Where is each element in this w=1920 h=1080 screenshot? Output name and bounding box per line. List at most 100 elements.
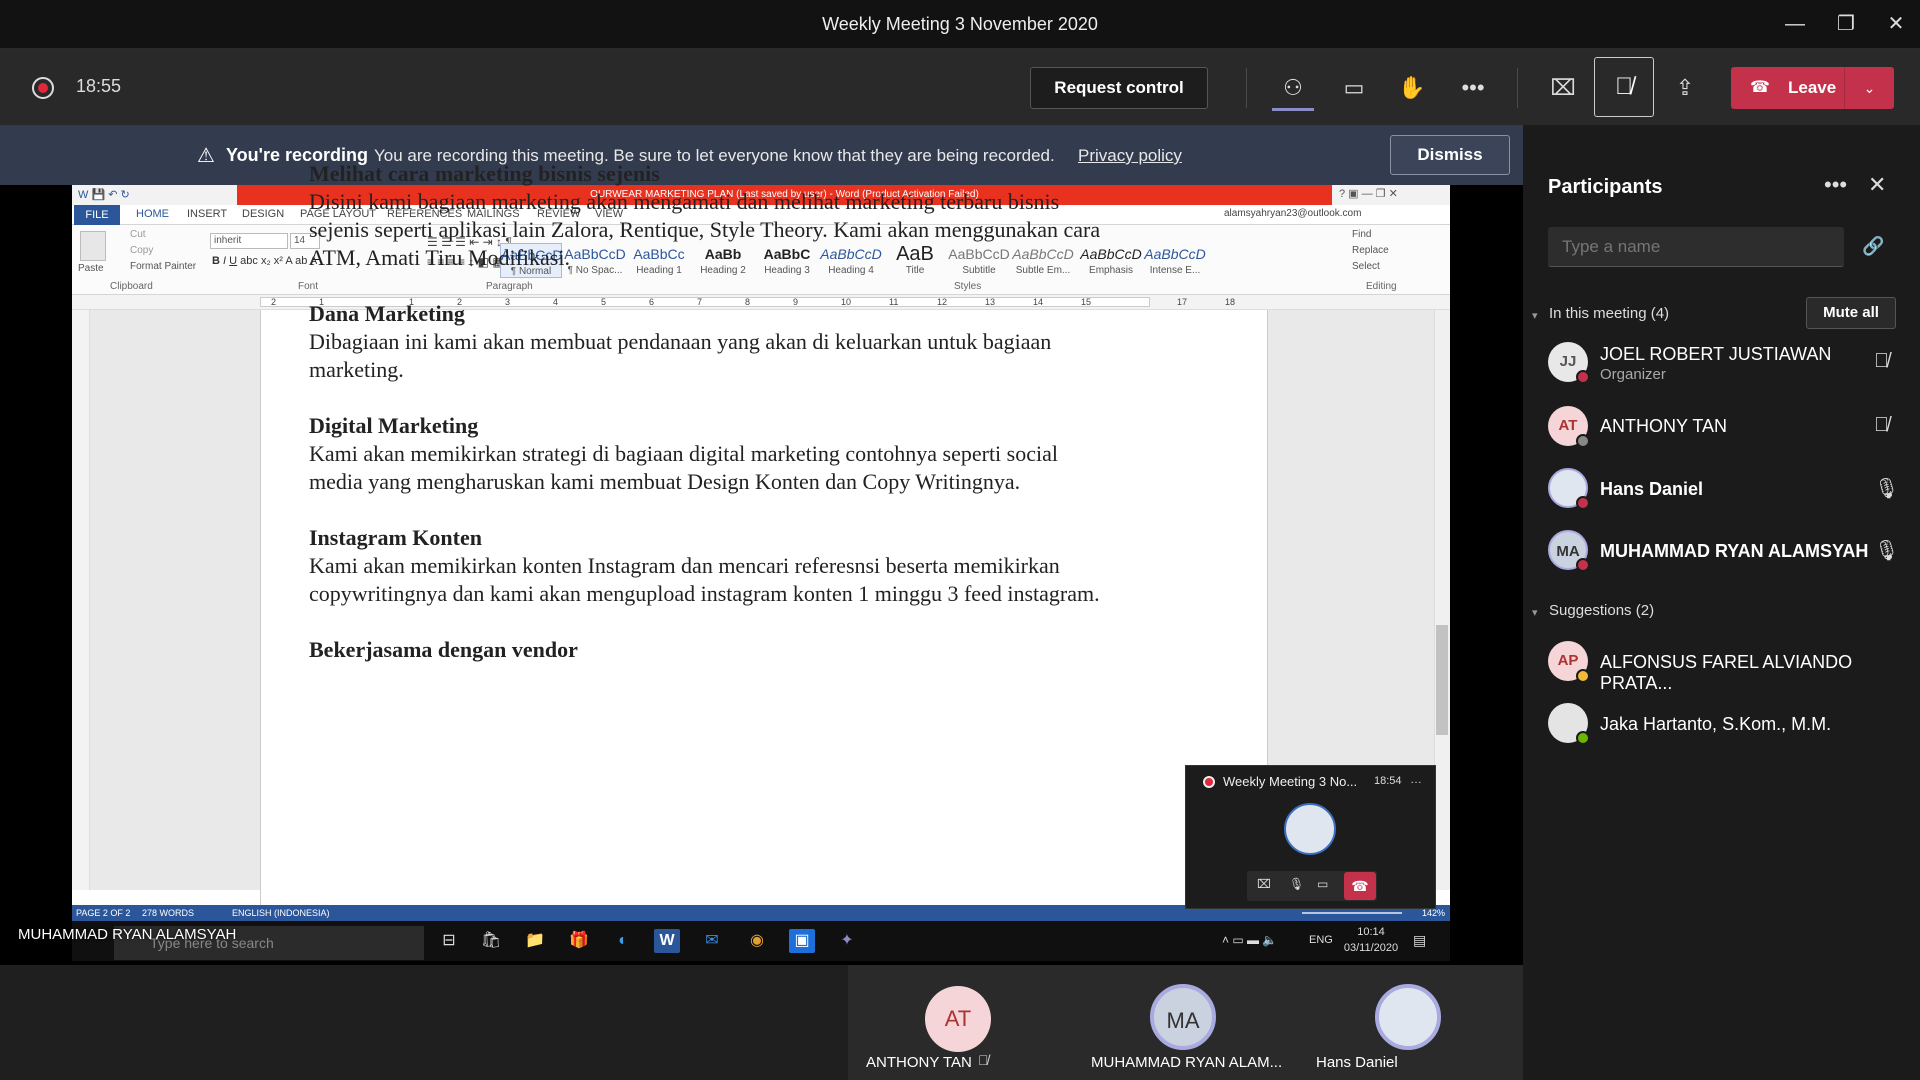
system-tray-icons[interactable]: ˄ ▭ ▬ 🔈 <box>1222 933 1277 947</box>
scrollbar-thumb[interactable] <box>1436 625 1448 735</box>
vertical-ruler <box>72 310 90 890</box>
notifications-icon[interactable]: ▤ <box>1413 932 1426 949</box>
mic-off-icon: 🎙̸ <box>978 1052 989 1068</box>
format-painter-button[interactable]: Format Painter <box>130 261 196 272</box>
doc-paragraph: Kami akan memikirkan konten Instagram da… <box>309 553 1100 606</box>
edge-icon[interactable]: ◐ <box>610 929 636 953</box>
page-count[interactable]: PAGE 2 OF 2 <box>76 905 130 921</box>
replace-button[interactable]: Replace <box>1352 245 1389 256</box>
more-options-icon[interactable]: ••• <box>1824 172 1847 198</box>
chevron-down-icon[interactable]: ▾ <box>1532 606 1538 619</box>
doc-paragraph: Dibagiaan ini kami akan membuat pendanaa… <box>309 329 1052 382</box>
avatar: MA <box>1150 984 1216 1050</box>
status-badge <box>1576 370 1590 384</box>
warning-icon: ⚠ <box>197 145 215 167</box>
document-content: Melihat cara marketing bisnis sejenis Di… <box>309 160 1109 664</box>
status-badge <box>1576 434 1590 448</box>
word-app-icon: W 💾 ↶ ↻ <box>78 189 130 201</box>
zoom-slider[interactable] <box>1302 912 1402 914</box>
mail-icon[interactable]: ✉ <box>699 929 725 953</box>
doc-heading: Dana Marketing <box>309 301 465 326</box>
taskbar-clock[interactable]: 10:14 03/11/2020 <box>1328 924 1414 956</box>
suggested-name[interactable]: ALFONSUS FAREL ALVIANDO PRATA... <box>1600 652 1920 694</box>
camera-off-icon[interactable]: ⌧ <box>1541 66 1585 110</box>
hang-up-icon[interactable]: ☎ <box>1344 872 1376 900</box>
share-invite-link-icon[interactable]: 🔗 <box>1862 236 1884 257</box>
tab-file[interactable]: FILE <box>74 205 120 225</box>
request-control-button[interactable]: Request control <box>1030 67 1208 109</box>
gift-app-icon[interactable]: 🎁 <box>566 929 592 953</box>
tile-name: Hans Daniel <box>1316 1054 1398 1071</box>
participants-icon[interactable]: ⚇ <box>1271 66 1315 110</box>
share-screen-icon[interactable]: ⇪ <box>1663 66 1707 110</box>
toolbar-divider <box>1246 68 1247 108</box>
chat-icon[interactable]: ▭ <box>1332 66 1376 110</box>
participant-search-input[interactable] <box>1548 227 1844 267</box>
word-count[interactable]: 278 WORDS <box>142 905 194 921</box>
suggestions-header[interactable]: Suggestions (2) <box>1549 602 1654 619</box>
mute-all-button[interactable]: Mute all <box>1806 297 1896 329</box>
task-view-icon[interactable]: ⊟ <box>436 929 462 953</box>
participant-name[interactable]: Hans Daniel <box>1600 479 1703 500</box>
in-meeting-header[interactable]: In this meeting (4) <box>1549 305 1669 322</box>
mic-icon: 🎙 <box>1874 540 1900 562</box>
doc-heading: Digital Marketing <box>309 413 479 438</box>
mini-more-icon[interactable]: … <box>1410 772 1422 786</box>
minimize-icon[interactable]: — <box>1772 0 1818 49</box>
status-badge <box>1576 496 1590 510</box>
outlook-icon[interactable]: ▣ <box>789 929 815 953</box>
vertical-scrollbar[interactable] <box>1434 310 1450 890</box>
raise-hand-icon[interactable]: ✋ <box>1390 66 1434 110</box>
ruler-tick: 17 <box>1177 297 1188 307</box>
font-format-icons[interactable]: B I U abc x₂ x² A ab A <box>212 255 317 267</box>
clock-time: 10:14 <box>1357 926 1385 938</box>
participant-name[interactable]: ANTHONY TAN <box>1600 416 1727 437</box>
word-icon[interactable]: W <box>654 929 680 953</box>
avatar: AT <box>925 986 991 1052</box>
chrome-icon[interactable]: ◉ <box>744 929 770 953</box>
cut-button[interactable]: Cut <box>130 229 146 240</box>
paste-label[interactable]: Paste <box>78 263 104 274</box>
tab-insert[interactable]: INSERT <box>187 208 227 220</box>
font-name-select[interactable]: inherit <box>210 233 288 249</box>
chevron-down-icon[interactable]: ▾ <box>1532 309 1538 322</box>
suggested-name[interactable]: Jaka Hartanto, S.Kom., M.M. <box>1600 714 1831 735</box>
clock-date: 03/11/2020 <box>1343 942 1399 954</box>
camera-off-icon[interactable]: ⌧ <box>1257 877 1271 891</box>
panel-title: Participants <box>1548 176 1663 198</box>
file-explorer-icon[interactable]: 📁 <box>522 929 548 953</box>
mic-off-icon: 🎙̸ <box>1874 414 1889 436</box>
word-window-controls-icon[interactable]: ? ▣ — ❐ ✕ <box>1339 187 1398 200</box>
word-account[interactable]: alamsyahryan23@outlook.com <box>1224 208 1361 219</box>
language[interactable]: ENGLISH (INDONESIA) <box>232 905 330 921</box>
style-intense-emphasis[interactable]: AaBbCcD Intense E... <box>1144 243 1206 276</box>
window-title: Weekly Meeting 3 November 2020 <box>822 14 1098 34</box>
more-actions-icon[interactable]: ••• <box>1451 66 1495 110</box>
participant-role: Organizer <box>1600 366 1666 383</box>
dismiss-button[interactable]: Dismiss <box>1390 135 1510 175</box>
mic-muted-button[interactable]: 🎙̸ <box>1594 57 1654 117</box>
status-badge <box>1576 731 1590 745</box>
paste-icon[interactable] <box>80 231 106 261</box>
store-icon[interactable]: 🛍 <box>478 929 504 953</box>
status-badge <box>1576 669 1590 683</box>
mic-icon[interactable]: 🎙 <box>1289 877 1304 891</box>
participant-name[interactable]: JOEL ROBERT JUSTIAWAN <box>1600 344 1831 365</box>
mic-icon: 🎙 <box>1874 478 1900 500</box>
mic-off-icon: 🎙̸ <box>1874 350 1889 372</box>
select-button[interactable]: Select <box>1352 261 1380 272</box>
close-icon[interactable]: ✕ <box>1873 0 1919 49</box>
tab-home[interactable]: HOME <box>136 208 169 220</box>
share-screen-icon[interactable]: ▭ <box>1317 877 1328 891</box>
teams-icon[interactable]: ✦ <box>834 929 860 953</box>
close-icon[interactable]: ✕ <box>1868 172 1886 198</box>
maximize-icon[interactable]: ❐ <box>1823 0 1869 49</box>
hang-up-icon: ☎ <box>1750 79 1770 96</box>
leave-options-chevron-down-icon[interactable]: ⌄ <box>1844 67 1894 109</box>
tab-design[interactable]: DESIGN <box>242 208 284 220</box>
ruler-tick: 2 <box>271 297 277 307</box>
participant-name[interactable]: MUHAMMAD RYAN ALAMSYAH <box>1600 541 1868 562</box>
copy-button[interactable]: Copy <box>130 245 153 256</box>
find-button[interactable]: Find <box>1352 229 1371 240</box>
mini-window-timer: 18:54 <box>1374 775 1402 787</box>
